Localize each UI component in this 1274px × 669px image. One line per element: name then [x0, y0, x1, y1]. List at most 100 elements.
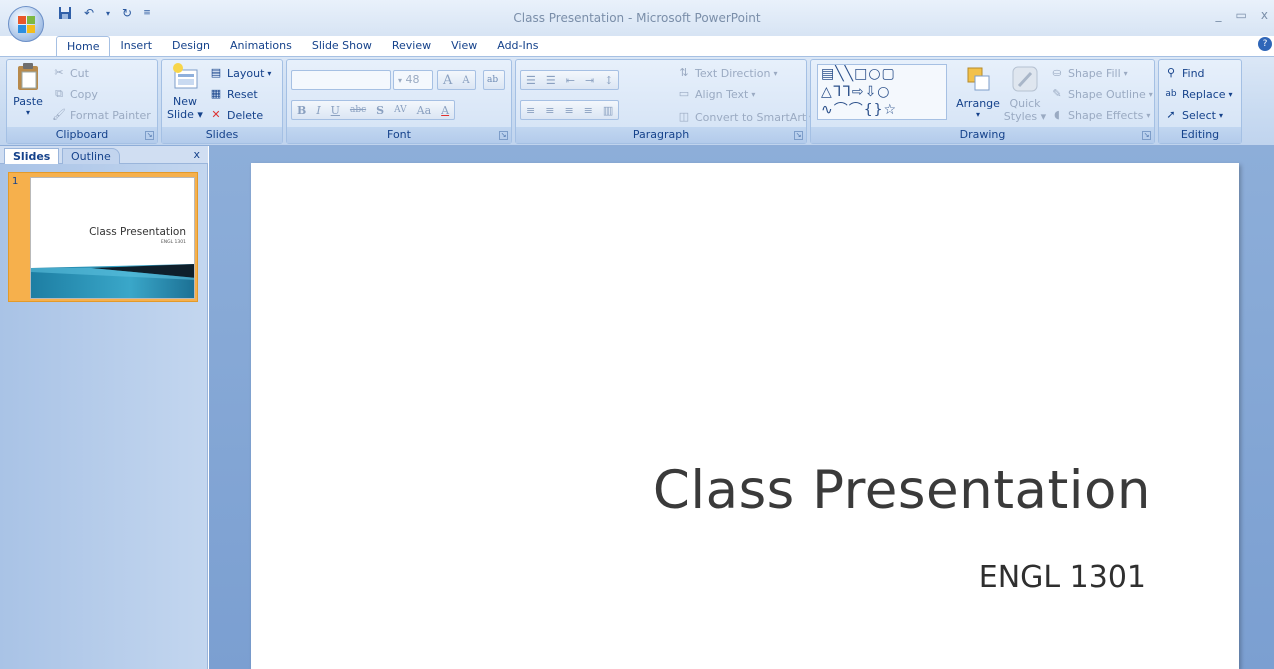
slide-number: 1	[12, 176, 19, 187]
shrink-font-button[interactable]: A	[457, 75, 474, 86]
delete-button[interactable]: ✕ Delete	[208, 106, 263, 124]
shapes-gallery[interactable]: ▤╲╲□○▢ △ᒣᒣ⇨⇩○ ∿⌒⌒{}☆	[817, 64, 947, 120]
paragraph-group-label: Paragraph	[516, 127, 806, 143]
copy-button[interactable]: ⧉ Copy	[51, 85, 98, 103]
shapes-row-2: △ᒣᒣ⇨⇩○	[821, 84, 891, 100]
clipboard-group-label: Clipboard	[7, 127, 157, 143]
columns-icon[interactable]: ▥	[598, 104, 618, 117]
ribbon-tabs: Home Insert Design Animations Slide Show…	[56, 36, 548, 56]
text-direction-button[interactable]: ⇅ Text Direction ▾	[676, 64, 777, 82]
strikethrough-button[interactable]: abc	[345, 105, 371, 115]
restore-button[interactable]: ▭	[1236, 8, 1247, 22]
tab-slides[interactable]: Slides	[4, 148, 60, 164]
bullets-icon[interactable]: ☰	[521, 74, 541, 87]
layout-button[interactable]: ▤ Layout ▾	[208, 64, 272, 82]
copy-icon: ⧉	[55, 87, 63, 100]
text-direction-icon: ⇅	[679, 66, 689, 79]
tab-design[interactable]: Design	[162, 36, 220, 56]
font-launcher-icon[interactable]: ↘	[499, 131, 508, 140]
slide-subtitle[interactable]: ENGL 1301	[979, 560, 1146, 595]
slide-editing-area: Class Presentation ENGL 1301	[209, 146, 1274, 669]
new-slide-icon	[173, 63, 198, 89]
align-text-button[interactable]: ▭ Align Text ▾	[676, 85, 756, 103]
tab-add-ins[interactable]: Add-Ins	[487, 36, 548, 56]
shape-effects-icon: ◖	[1054, 108, 1060, 121]
font-group-label: Font	[287, 127, 511, 143]
reset-button[interactable]: ▦ Reset	[208, 85, 258, 103]
grow-font-button[interactable]: A	[438, 73, 457, 88]
close-button[interactable]: x	[1261, 8, 1268, 22]
change-case-button[interactable]: Aa	[412, 104, 437, 117]
shape-fill-button[interactable]: ⛀ Shape Fill ▾	[1049, 64, 1127, 82]
binoculars-icon: ⚲	[1166, 66, 1176, 79]
close-panel-icon[interactable]: x	[193, 148, 200, 161]
scissors-icon: ✂	[54, 66, 64, 79]
tab-review[interactable]: Review	[382, 36, 441, 56]
tab-slide-show[interactable]: Slide Show	[302, 36, 382, 56]
slide-thumbnail-selected[interactable]: 1 Class Presentation ENGL 1301	[8, 172, 198, 302]
tab-view[interactable]: View	[441, 36, 487, 56]
line-spacing-icon[interactable]: ↕	[599, 74, 618, 87]
convert-smartart-button[interactable]: ◫ Convert to SmartArt▾	[676, 108, 813, 126]
align-left-icon[interactable]: ≡	[521, 104, 540, 117]
underline-button[interactable]: U	[326, 104, 345, 117]
slide-thumbnail[interactable]: Class Presentation ENGL 1301	[30, 177, 195, 299]
pencil-icon: ✎	[1052, 87, 1062, 100]
increase-indent-icon[interactable]: ⇥	[580, 74, 599, 87]
align-right-icon[interactable]: ≡	[559, 104, 578, 117]
character-spacing-button[interactable]: AV	[389, 105, 412, 115]
replace-button[interactable]: ab Replace ▾	[1163, 85, 1232, 103]
tab-animations[interactable]: Animations	[220, 36, 302, 56]
ribbon: Paste ▾ ✂ Cut ⧉ Copy 🖌 Format Painter Cl…	[0, 56, 1274, 146]
clear-formatting-button[interactable]: ab	[483, 70, 505, 90]
decrease-indent-icon[interactable]: ⇤	[561, 74, 580, 87]
minimize-button[interactable]: _	[1216, 8, 1222, 22]
office-button[interactable]	[8, 6, 44, 42]
new-slide-button[interactable]: New Slide ▾	[166, 62, 204, 121]
shape-outline-button[interactable]: ✎ Shape Outline ▾	[1049, 85, 1152, 103]
alignment-toolbar: ≡ ≡ ≡ ≡ ▥	[520, 100, 620, 120]
tab-home[interactable]: Home	[56, 36, 111, 56]
drawing-launcher-icon[interactable]: ↘	[1142, 131, 1151, 140]
font-name-input[interactable]	[291, 70, 391, 90]
select-button[interactable]: ➚ Select ▾	[1163, 106, 1223, 124]
italic-button[interactable]: I	[311, 104, 325, 117]
font-color-button[interactable]: A	[436, 104, 454, 117]
font-group: ▾ 48 A A ab B I U abc S AV Aa A Font ↘	[286, 59, 512, 144]
clipboard-launcher-icon[interactable]: ↘	[145, 131, 154, 140]
slide-canvas[interactable]: Class Presentation ENGL 1301	[251, 163, 1239, 669]
slides-group: New Slide ▾ ▤ Layout ▾ ▦ Reset ✕ Delete S…	[161, 59, 283, 144]
editing-group-label: Editing	[1159, 127, 1241, 143]
font-grow-shrink: A A	[437, 70, 476, 90]
editing-group: ⚲ Find ab Replace ▾ ➚ Select ▾ Editing	[1158, 59, 1242, 144]
title-bar: ↶ ▾ ↻ ≡ Class Presentation - Microsoft P…	[0, 0, 1274, 36]
paste-button[interactable]: Paste ▾	[11, 62, 45, 117]
tab-insert[interactable]: Insert	[110, 36, 162, 56]
cut-button[interactable]: ✂ Cut	[51, 64, 89, 82]
paragraph-launcher-icon[interactable]: ↘	[794, 131, 803, 140]
drawing-group: ▤╲╲□○▢ △ᒣᒣ⇨⇩○ ∿⌒⌒{}☆ Arrange ▾ Quick Sty…	[810, 59, 1155, 144]
quick-styles-button[interactable]: Quick Styles ▾	[1003, 64, 1047, 123]
thumbnail-title: Class Presentation	[89, 226, 186, 238]
slide-title[interactable]: Class Presentation	[653, 460, 1151, 521]
clipboard-group: Paste ▾ ✂ Cut ⧉ Copy 🖌 Format Painter Cl…	[6, 59, 158, 144]
align-center-icon[interactable]: ≡	[540, 104, 559, 117]
font-size-input[interactable]: ▾ 48	[393, 70, 433, 90]
tab-outline[interactable]: Outline	[62, 148, 120, 164]
shape-effects-button[interactable]: ◖ Shape Effects ▾	[1049, 106, 1150, 124]
shadow-button[interactable]: S	[371, 104, 389, 117]
office-logo-icon	[18, 16, 35, 33]
window-title: Class Presentation - Microsoft PowerPoin…	[513, 11, 761, 25]
find-button[interactable]: ⚲ Find	[1163, 64, 1205, 82]
help-icon[interactable]: ?	[1258, 37, 1272, 51]
thumbnail-subtitle: ENGL 1301	[160, 240, 186, 245]
font-style-toolbar: B I U abc S AV Aa A	[291, 100, 456, 120]
justify-icon[interactable]: ≡	[579, 104, 598, 117]
arrange-button[interactable]: Arrange ▾	[955, 64, 1001, 119]
numbering-icon[interactable]: ☰	[541, 74, 561, 87]
thumbnail-wave-graphic	[31, 264, 194, 298]
slides-group-label: Slides	[162, 127, 282, 143]
drawing-group-label: Drawing	[811, 127, 1154, 143]
bold-button[interactable]: B	[292, 104, 311, 117]
format-painter-button[interactable]: 🖌 Format Painter	[51, 106, 151, 124]
